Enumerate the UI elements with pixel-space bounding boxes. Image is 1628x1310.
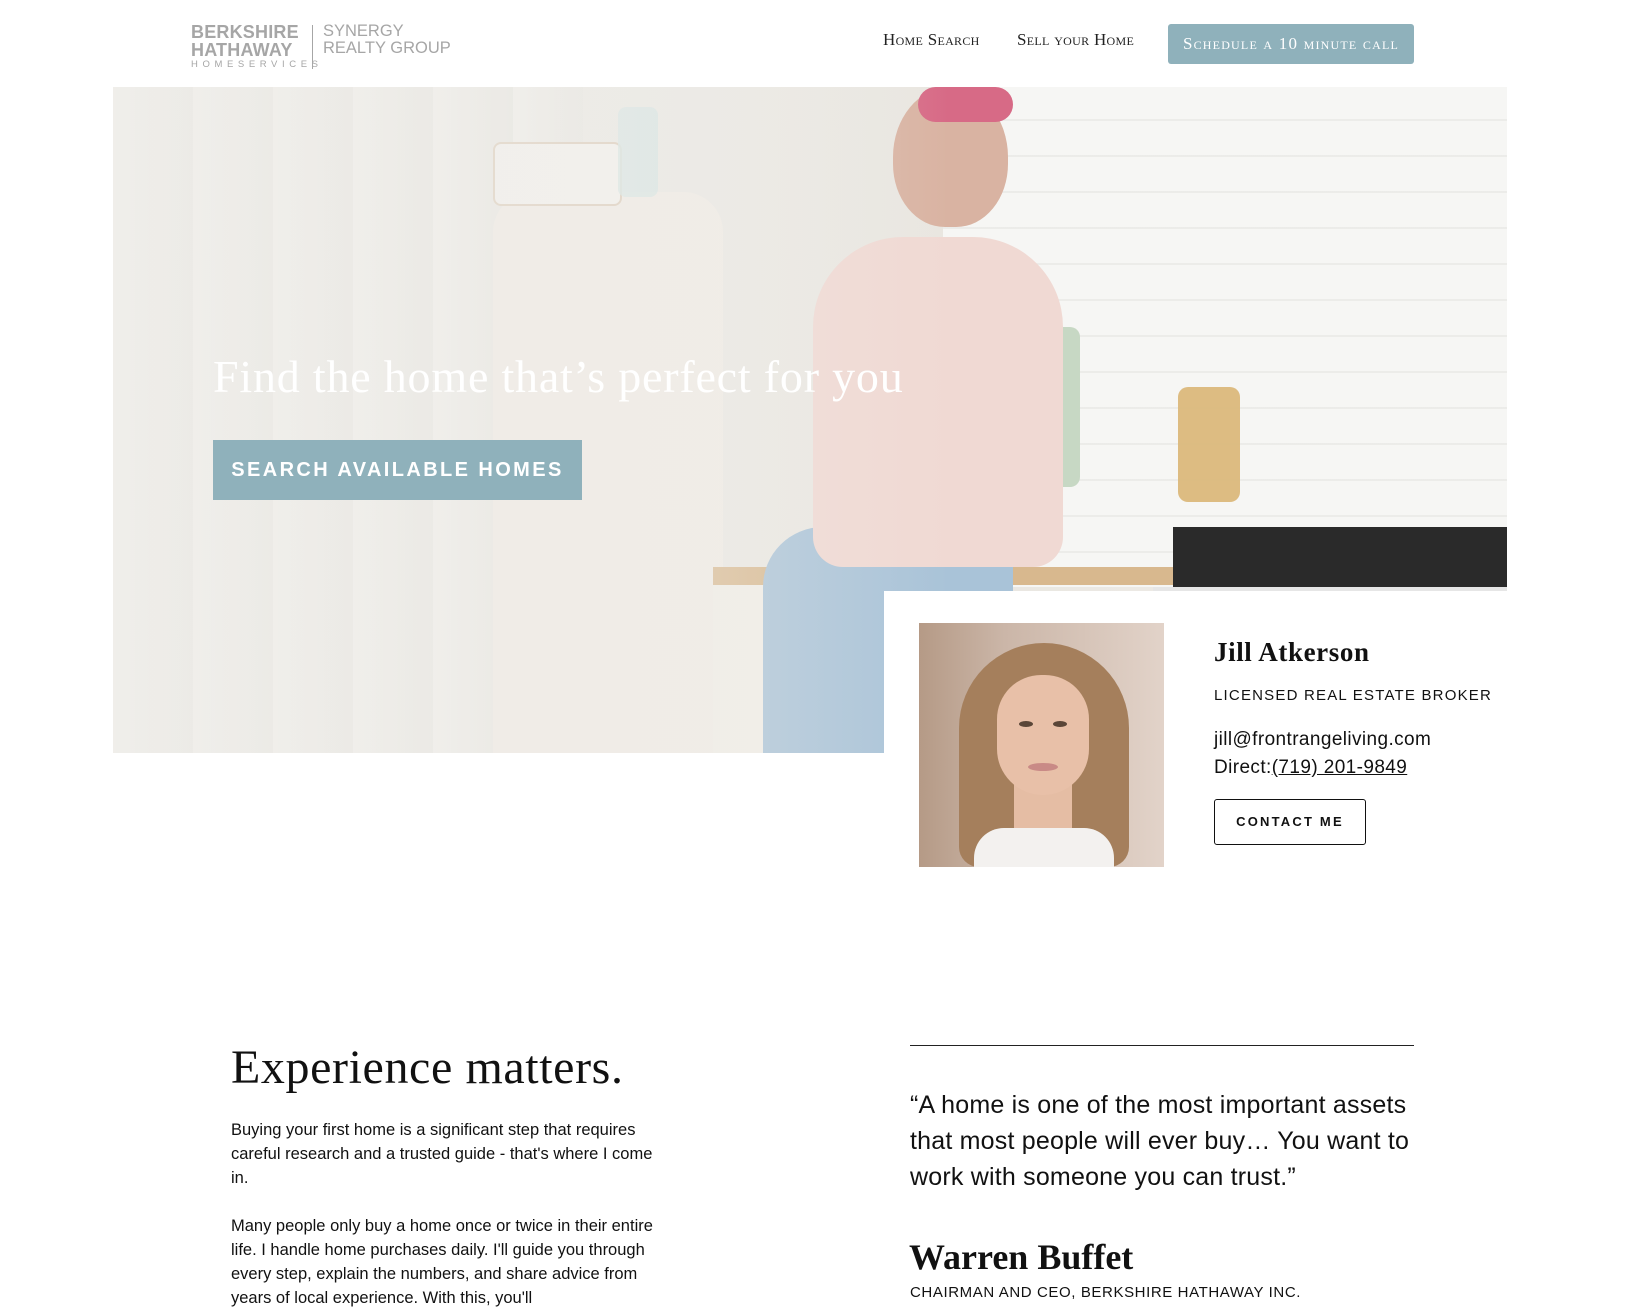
experience-paragraph-2: Many people only buy a home once or twic… (231, 1217, 653, 1307)
quote-divider (910, 1045, 1414, 1046)
agent-name: Jill Atkerson (1214, 637, 1370, 667)
logo-wordmark: BERKSHIRE HATHAWAY (191, 22, 299, 60)
testimonial-author: Warren Buffet (909, 1237, 1134, 1277)
agent-title: LICENSED REAL ESTATE BROKER (1214, 687, 1493, 704)
logo-subtitle: HOMESERVICES (191, 59, 323, 70)
schedule-call-button[interactable]: Schedule a 10 minute call (1168, 24, 1414, 64)
direct-label: Direct: (1214, 757, 1272, 778)
contact-me-button[interactable]: CONTACT ME (1214, 799, 1366, 845)
experience-heading: Experience matters. (231, 1041, 624, 1094)
agent-card: Jill Atkerson LICENSED REAL ESTATE BROKE… (884, 591, 1628, 891)
nav-sell-your-home[interactable]: Sell your Home (1017, 30, 1134, 50)
experience-paragraph-1: Buying your first home is a significant … (231, 1121, 653, 1187)
testimonial-author-role: CHAIRMAN AND CEO, BERKSHIRE HATHAWAY INC… (910, 1284, 1302, 1301)
logo-divider (312, 25, 313, 69)
search-homes-button[interactable]: SEARCH AVAILABLE HOMES (213, 440, 582, 500)
hero-headline: Find the home that’s perfect for you (213, 351, 904, 402)
nav-home-search[interactable]: Home Search (883, 30, 980, 50)
agent-email[interactable]: jill@frontrangeliving.com (1214, 729, 1431, 751)
agent-phone-link[interactable]: (719) 201-9849 (1272, 757, 1408, 778)
agent-direct-line: Direct:(719) 201-9849 (1214, 757, 1407, 779)
agent-photo (919, 623, 1164, 867)
testimonial-quote: “A home is one of the most important ass… (910, 1091, 1410, 1191)
logo-office-name: SYNERGY REALTY GROUP (323, 22, 451, 57)
